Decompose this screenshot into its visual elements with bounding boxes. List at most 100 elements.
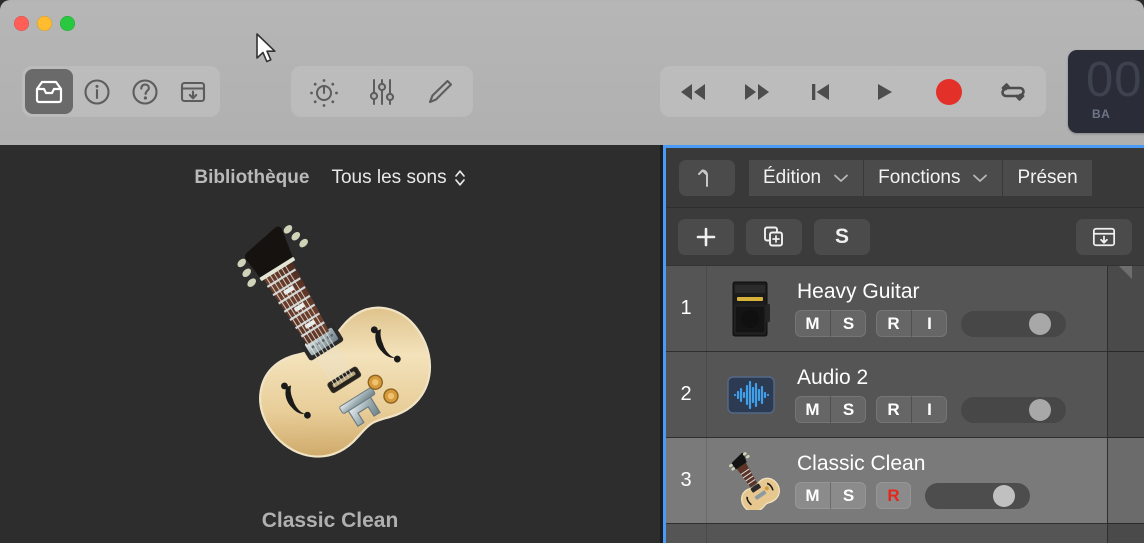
track-list: 1 Heavy Guitar M S R I 2 Audio 2 M S R I… (666, 266, 1144, 543)
track-tools-bar: S (666, 208, 1144, 266)
menu-fonctions-label: Fonctions (878, 166, 961, 188)
mute-solo-group: M S (795, 396, 866, 423)
solo-button[interactable]: S (831, 396, 866, 423)
note-pad-icon (1092, 227, 1116, 246)
track-name: Heavy Guitar (797, 280, 920, 303)
library-title: Bibliothèque (194, 167, 310, 188)
chevron-down-icon (834, 174, 849, 182)
electric-guitar-icon[interactable] (707, 438, 795, 523)
info-icon[interactable] (73, 69, 121, 114)
view-toggle-group (22, 66, 220, 117)
track-controls: M S R (795, 482, 1134, 509)
solo-button[interactable]: S (831, 482, 866, 509)
track-info: Audio 2 M S R I (795, 352, 1144, 437)
volume-slider-knob[interactable] (993, 484, 1015, 507)
record-enable-button[interactable]: R (876, 482, 911, 509)
smart-controls-icon[interactable] (299, 69, 349, 114)
patch-name-label: Classic Clean (261, 509, 399, 532)
help-icon[interactable] (121, 69, 169, 114)
menu-presentation[interactable]: Présen (1003, 159, 1093, 196)
maximize-window-button[interactable] (60, 16, 75, 31)
main-content: Bibliothèque Tous les sons Classic Clean… (0, 145, 1144, 543)
note-pad-icon[interactable] (169, 69, 217, 114)
amplifier-icon[interactable] (707, 266, 795, 351)
duplicate-icon (764, 226, 783, 246)
volume-slider-knob[interactable] (1029, 398, 1051, 421)
track-controls: M S R I (795, 310, 1134, 337)
logic-pro-window: 00 BA Bibliothèque Tous les sons Classic… (0, 0, 1144, 543)
transport-group (660, 66, 1046, 117)
volume-slider-knob[interactable] (1029, 312, 1051, 335)
track-number: 2 (666, 352, 707, 437)
table-row[interactable] (666, 524, 1144, 543)
track-number: 1 (666, 266, 707, 351)
track-info: Classic Clean M S R (795, 438, 1144, 523)
lcd-display[interactable]: 00 BA (1068, 50, 1144, 133)
duplicate-track-button[interactable] (746, 218, 802, 255)
track-area-panel: Édition Fonctions Présen S 1 Heavy Guita… (663, 145, 1144, 543)
lcd-value: 00 (1086, 53, 1143, 107)
table-row[interactable]: 1 Heavy Guitar M S R I (666, 266, 1144, 352)
volume-slider[interactable] (925, 482, 1030, 509)
forward-icon[interactable] (734, 70, 780, 114)
close-window-button[interactable] (14, 16, 29, 31)
record-enable-button[interactable]: R (876, 310, 912, 337)
table-row[interactable]: 2 Audio 2 M S R I (666, 352, 1144, 438)
library-filter-dropdown[interactable]: Tous les sons (331, 167, 465, 189)
table-row[interactable]: 3 Classic Clean M S R (666, 438, 1144, 524)
volume-slider[interactable] (961, 396, 1066, 423)
menu-presentation-label: Présen (1017, 166, 1078, 188)
track-controls: M S R I (795, 396, 1134, 423)
window-titlebar: 00 BA (0, 0, 1144, 145)
plus-icon (696, 227, 716, 246)
library-panel: Bibliothèque Tous les sons Classic Clean (0, 145, 660, 543)
track-info: Heavy Guitar M S R I (795, 266, 1144, 351)
record-input-group: R I (876, 396, 947, 423)
mixer-icon[interactable] (357, 69, 407, 114)
record-input-group: R I (876, 310, 947, 337)
editors-icon[interactable] (415, 69, 465, 114)
audio-waveform-icon[interactable] (707, 352, 795, 437)
mute-solo-group: M S (795, 482, 866, 509)
menu-fonctions[interactable]: Fonctions (864, 159, 1004, 196)
window-controls (14, 16, 75, 31)
lcd-label: BA (1092, 107, 1111, 121)
electric-guitar-illustration (237, 225, 432, 458)
solo-button[interactable]: S (831, 310, 866, 337)
mute-button[interactable]: M (795, 310, 831, 337)
cycle-icon[interactable] (990, 70, 1036, 114)
menu-edition-label: Édition (763, 166, 822, 188)
track-name: Classic Clean (797, 452, 926, 475)
minimize-window-button[interactable] (37, 16, 52, 31)
mute-button[interactable]: M (795, 482, 831, 509)
track-icon-placeholder (707, 524, 795, 543)
volume-slider[interactable] (961, 310, 1066, 337)
arrow-up-left-icon (698, 168, 708, 187)
library-icon[interactable] (25, 69, 73, 114)
track-notes-button[interactable] (1076, 218, 1132, 255)
record-enable-button[interactable]: R (876, 396, 912, 423)
track-name: Audio 2 (797, 366, 869, 389)
library-header: Bibliothèque Tous les sons (0, 167, 660, 189)
rewind-icon[interactable] (670, 70, 716, 114)
solo-all-button[interactable]: S (814, 218, 870, 255)
chevron-down-icon (973, 174, 988, 182)
input-monitor-button[interactable]: I (912, 396, 947, 423)
track-number: 3 (666, 438, 707, 523)
navigate-back-button[interactable] (679, 159, 735, 196)
play-icon[interactable] (862, 70, 908, 114)
go-to-beginning-icon[interactable] (798, 70, 844, 114)
track-info (795, 524, 1144, 543)
editor-toggle-group (291, 66, 473, 117)
record-icon[interactable] (926, 70, 972, 114)
patch-artwork (190, 215, 480, 485)
chevron-up-down-icon (454, 170, 465, 186)
mute-button[interactable]: M (795, 396, 831, 423)
track-area-menubar: Édition Fonctions Présen (666, 148, 1144, 208)
input-monitor-button[interactable]: I (912, 310, 947, 337)
menu-edition[interactable]: Édition (749, 159, 865, 196)
record-group: R (876, 482, 911, 509)
track-number (666, 524, 707, 543)
mute-solo-group: M S (795, 310, 866, 337)
add-track-button[interactable] (678, 218, 734, 255)
